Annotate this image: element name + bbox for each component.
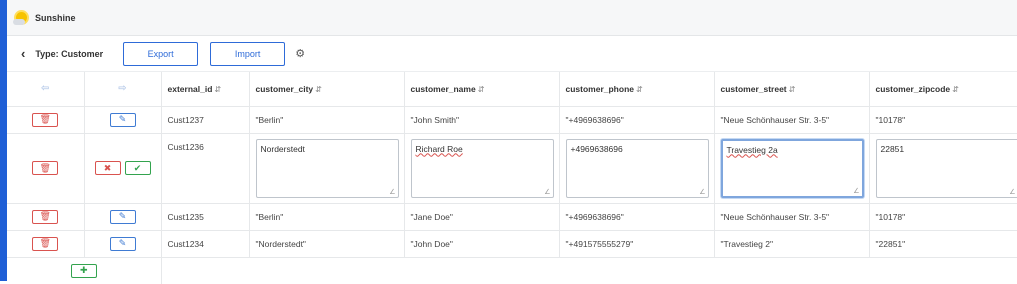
cell-external-id: Cust1235 xyxy=(161,203,249,230)
cell-customer-zipcode: "10178" xyxy=(869,106,1017,133)
cell-customer-phone: "+4969638696" xyxy=(559,106,714,133)
cell-customer-street: "Neue Schönhauser Str. 3-5" xyxy=(714,106,869,133)
save-edit-button[interactable]: ✔ xyxy=(125,161,151,175)
cell-customer-street: "Travestieg 2" xyxy=(714,230,869,257)
cell-external-id: Cust1236 xyxy=(161,133,249,203)
cell-customer-city: "Berlin" xyxy=(249,106,404,133)
cell-customer-name: "John Doe" xyxy=(404,230,559,257)
edit-button[interactable]: ✎ xyxy=(110,113,136,127)
column-header-customer-city[interactable]: customer_city⇵ xyxy=(249,72,404,106)
table-header-row: ⇦ ⇨ external_id⇵ customer_city⇵ customer… xyxy=(7,72,1017,106)
export-button[interactable]: Export xyxy=(123,42,198,66)
cancel-edit-button[interactable]: ✖ xyxy=(95,161,121,175)
sort-icon[interactable]: ⇵ xyxy=(952,85,959,94)
delete-button[interactable]: 🗑 xyxy=(32,237,58,251)
edit-button[interactable]: ✎ xyxy=(110,237,136,251)
cell-external-id: Cust1234 xyxy=(161,230,249,257)
arrow-left-icon[interactable]: ⇦ xyxy=(7,72,84,106)
table-row: 🗑 ✎ Cust1237 "Berlin" "John Smith" "+496… xyxy=(7,106,1017,133)
cell-customer-zipcode: "22851" xyxy=(869,230,1017,257)
toolbar: ‹ Type: Customer Export Import ⚙ xyxy=(7,36,1017,72)
cell-customer-phone: "+491575555279" xyxy=(559,230,714,257)
table-footer-row: ✚ xyxy=(7,257,1017,284)
cell-customer-name: "Jane Doe" xyxy=(404,203,559,230)
table-row: 🗑 ✎ Cust1234 "Norderstedt" "John Doe" "+… xyxy=(7,230,1017,257)
column-header-customer-phone[interactable]: customer_phone⇵ xyxy=(559,72,714,106)
app-title: Sunshine xyxy=(35,13,76,23)
cell-customer-phone: "+4969638696" xyxy=(559,203,714,230)
edit-button[interactable]: ✎ xyxy=(110,210,136,224)
customer-city-textarea[interactable]: Norderstedt∠ xyxy=(256,139,399,198)
sun-logo-icon xyxy=(13,10,29,26)
app-header: Sunshine xyxy=(7,0,1017,36)
app-window: Sunshine ‹ Type: Customer Export Import … xyxy=(7,0,1017,281)
sort-icon[interactable]: ⇵ xyxy=(636,85,643,94)
sort-icon[interactable]: ⇵ xyxy=(478,85,485,94)
column-header-customer-zipcode[interactable]: customer_zipcode⇵ xyxy=(869,72,1017,106)
delete-button[interactable]: 🗑 xyxy=(32,161,58,175)
chevron-left-icon[interactable]: ‹ xyxy=(21,46,25,61)
sort-icon[interactable]: ⇵ xyxy=(789,85,796,94)
arrow-right-icon[interactable]: ⇨ xyxy=(84,72,161,106)
customer-street-textarea[interactable]: Travestieg 2a∠ xyxy=(721,139,864,198)
customer-name-textarea[interactable]: Richard Roe∠ xyxy=(411,139,554,198)
column-header-external-id[interactable]: external_id⇵ xyxy=(161,72,249,106)
customer-zipcode-textarea[interactable]: 22851∠ xyxy=(876,139,1017,198)
cell-customer-street: "Neue Schönhauser Str. 3-5" xyxy=(714,203,869,230)
table-row: 🗑 ✎ Cust1235 "Berlin" "Jane Doe" "+49696… xyxy=(7,203,1017,230)
column-header-customer-street[interactable]: customer_street⇵ xyxy=(714,72,869,106)
cell-external-id: Cust1237 xyxy=(161,106,249,133)
window-edge xyxy=(0,0,7,281)
cell-customer-name: "John Smith" xyxy=(404,106,559,133)
add-row-button[interactable]: ✚ xyxy=(71,264,97,278)
page-title: Type: Customer xyxy=(35,49,103,59)
gear-icon[interactable]: ⚙ xyxy=(295,47,305,60)
cell-customer-city: "Norderstedt" xyxy=(249,230,404,257)
delete-button[interactable]: 🗑 xyxy=(32,210,58,224)
delete-button[interactable]: 🗑 xyxy=(32,113,58,127)
sort-icon[interactable]: ⇵ xyxy=(214,85,221,94)
import-button[interactable]: Import xyxy=(210,42,285,66)
customer-table: ⇦ ⇨ external_id⇵ customer_city⇵ customer… xyxy=(7,72,1017,284)
sort-icon[interactable]: ⇵ xyxy=(315,85,322,94)
cell-customer-city: "Berlin" xyxy=(249,203,404,230)
cell-customer-zipcode: "10178" xyxy=(869,203,1017,230)
column-header-customer-name[interactable]: customer_name⇵ xyxy=(404,72,559,106)
customer-phone-textarea[interactable]: +4969638696∠ xyxy=(566,139,709,198)
table-row-editing: 🗑 ✖✔ Cust1236 Norderstedt∠ Richard Roe∠ … xyxy=(7,133,1017,203)
